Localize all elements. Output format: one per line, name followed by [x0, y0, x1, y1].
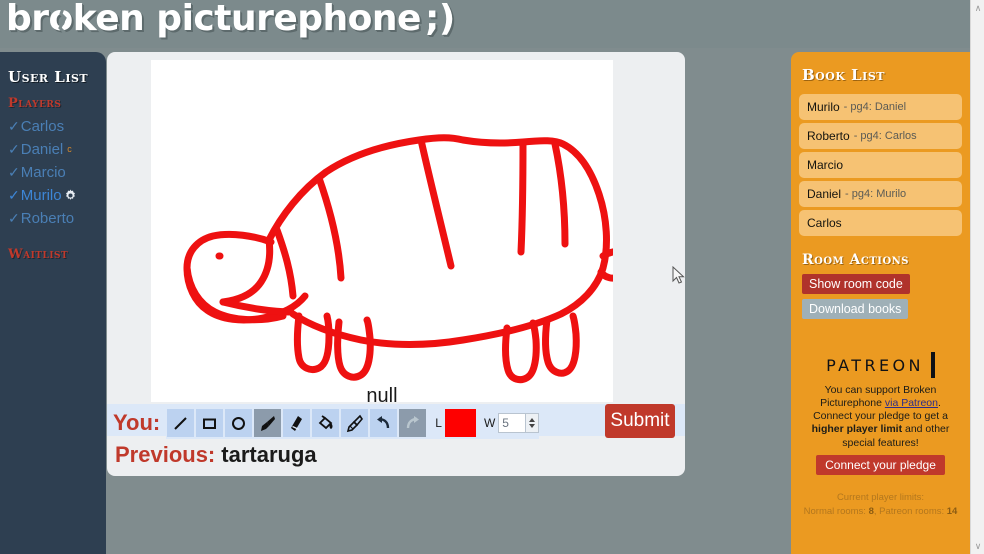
user-name: Carlos [20, 117, 65, 135]
players-heading: Players [8, 96, 62, 111]
eraser-tool-button[interactable] [283, 409, 311, 437]
broken-crack-icon [56, 2, 72, 46]
user-list-item-daniel[interactable]: ✓ Daniel c [8, 138, 106, 160]
user-list-item-carlos[interactable]: ✓ Carlos [8, 115, 106, 137]
book-progress: - pg4: Carlos [853, 130, 917, 142]
normal-rooms-label: Normal rooms: [803, 505, 869, 517]
submit-button[interactable]: Submit [605, 404, 675, 438]
book-owner: Roberto [807, 129, 850, 143]
page-title: broken picturephone;) [6, 0, 455, 39]
user-list-panel: User List Players ✓ Carlos ✓ Daniel c ✓ … [0, 52, 106, 554]
book-list-item[interactable]: Marcio [799, 152, 962, 178]
width-input[interactable]: 5 [498, 413, 527, 433]
ellipse-tool-button[interactable] [225, 409, 253, 437]
mouse-cursor [672, 265, 686, 291]
user-list-item-marcio[interactable]: ✓ Marcio [8, 161, 106, 183]
book-list-item[interactable]: Murilo - pg4: Daniel [799, 94, 962, 120]
player-limits-values: Normal rooms: 8, Patreon rooms: 14 [799, 505, 962, 519]
line-color-label: L [435, 416, 442, 430]
check-icon: ✓ [8, 140, 20, 157]
user-name: Marcio [20, 163, 66, 181]
spray-tool-button[interactable] [341, 409, 369, 437]
redo-button [399, 409, 427, 437]
check-icon: ✓ [8, 186, 20, 203]
check-icon: ✓ [8, 209, 20, 226]
right-sidebar: Book List Murilo - pg4: Daniel Roberto -… [791, 52, 970, 554]
previous-word: tartaruga [221, 442, 317, 467]
user-name: Murilo [20, 186, 62, 204]
width-label: W [483, 416, 496, 430]
site-header: broken picturephone;) [0, 0, 970, 48]
player-limits: Current player limits: Normal rooms: 8, … [799, 491, 962, 520]
user-list-title: User List [8, 68, 89, 86]
book-list-item[interactable]: Roberto - pg4: Carlos [799, 123, 962, 149]
stepper-down-icon[interactable] [529, 424, 536, 428]
patreon-logo: PATREON [826, 352, 935, 378]
drawing-canvas[interactable]: null [151, 60, 613, 402]
app-root: broken picturephone;) User List Players … [0, 0, 984, 554]
connect-pledge-button[interactable]: Connect your pledge [816, 454, 945, 475]
game-panel: null You: L W 5 Submit Previous: tartaru… [107, 52, 685, 476]
patreon-link[interactable]: via Patreon [885, 397, 938, 409]
smiley-glyph: ;) [424, 0, 455, 39]
gear-icon[interactable] [64, 188, 77, 202]
patreon-rooms-value: 14 [946, 505, 958, 517]
book-list-item[interactable]: Daniel - pg4: Murilo [799, 181, 962, 207]
patreon-wordmark: PATREON [826, 355, 924, 375]
previous-prompt: Previous: tartaruga [115, 442, 317, 468]
brush-tool-button[interactable] [254, 409, 282, 437]
book-owner: Murilo [807, 100, 840, 114]
book-progress: - pg4: Daniel [843, 101, 907, 113]
tool-strip: L W 5 [166, 407, 540, 439]
patreon-rooms-label: , Patreon rooms: [873, 505, 947, 517]
patreon-bar-icon [930, 352, 935, 378]
book-owner: Carlos [807, 216, 842, 230]
undo-button[interactable] [370, 409, 398, 437]
user-name: Roberto [20, 209, 75, 227]
fill-bucket-tool-button[interactable] [312, 409, 340, 437]
user-name: Daniel [20, 140, 64, 158]
page-scrollbar[interactable]: ∧ ∨ [970, 0, 984, 554]
user-list-item-murilo[interactable]: ✓ Murilo [8, 184, 106, 206]
book-owner: Daniel [807, 187, 842, 201]
patreon-text-bold: higher player limit [811, 423, 903, 436]
check-icon: ✓ [8, 163, 20, 180]
user-list-item-roberto[interactable]: ✓ Roberto [8, 207, 106, 229]
book-list-title: Book List [802, 66, 885, 84]
player-limits-title: Current player limits: [836, 491, 925, 503]
width-stepper[interactable] [526, 413, 540, 433]
check-icon: ✓ [8, 117, 20, 134]
book-progress: - pg4: Murilo [845, 188, 907, 200]
book-owner: Marcio [807, 158, 844, 172]
waitlist-heading: Waitlist [8, 247, 69, 262]
stepper-up-icon[interactable] [529, 418, 536, 422]
color-swatch[interactable] [444, 409, 476, 437]
patreon-block: PATREON You can support Broken Pictureph… [799, 352, 962, 519]
room-actions-title: Room Actions [802, 252, 910, 268]
you-label: You: [113, 410, 161, 435]
download-books-button[interactable]: Download books [802, 299, 909, 319]
scroll-down-icon[interactable]: ∨ [971, 538, 984, 554]
creator-marker: c [67, 144, 72, 154]
canvas-caption: null [366, 385, 398, 402]
book-list-item[interactable]: Carlos [799, 210, 962, 236]
line-tool-button[interactable] [167, 409, 195, 437]
scroll-up-icon[interactable]: ∧ [971, 0, 984, 16]
previous-label: Previous: [115, 442, 216, 467]
show-room-code-button[interactable]: Show room code [802, 274, 910, 294]
patreon-description: You can support Broken Picturephone via … [799, 384, 962, 450]
rectangle-tool-button[interactable] [196, 409, 224, 437]
drawing-toolbar: You: L W 5 [107, 402, 685, 444]
